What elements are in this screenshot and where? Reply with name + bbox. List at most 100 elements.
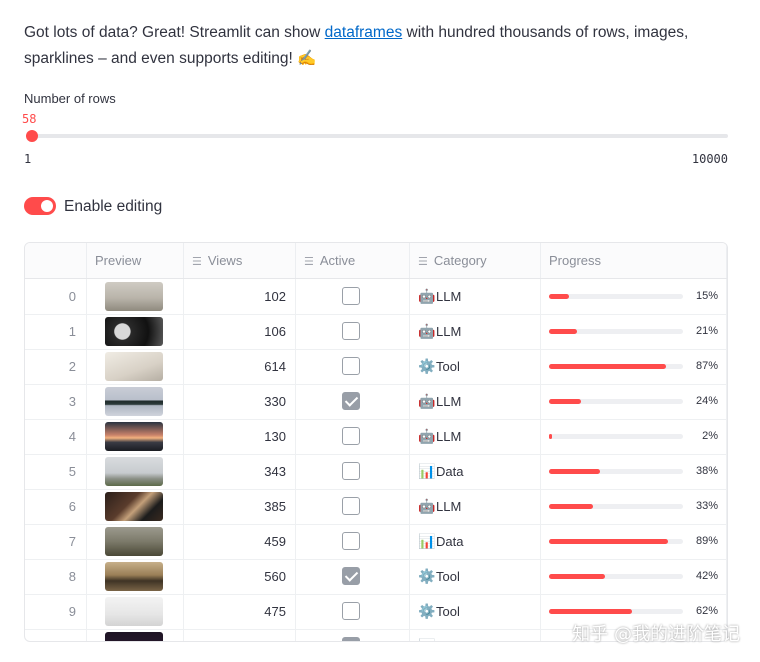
active-cell[interactable] xyxy=(296,314,410,349)
active-cell[interactable] xyxy=(296,489,410,524)
column-header-progress[interactable]: Progress xyxy=(541,243,727,278)
table-row[interactable]: 2 614 ⚙️Tool 87% xyxy=(25,349,727,385)
table-row[interactable]: 5 343 📊Data 38% xyxy=(25,454,727,490)
category-cell[interactable]: 📊Data xyxy=(410,454,541,489)
active-checkbox[interactable] xyxy=(342,427,360,445)
active-checkbox[interactable] xyxy=(342,637,360,641)
preview-cell[interactable] xyxy=(87,384,184,419)
table-row[interactable]: 1 106 🤖LLM 21% xyxy=(25,314,727,350)
progress-track xyxy=(549,364,683,369)
preview-cell[interactable] xyxy=(87,279,184,314)
category-cell[interactable]: 🤖LLM xyxy=(410,279,541,314)
progress-track xyxy=(549,504,683,509)
preview-image xyxy=(105,282,163,311)
active-checkbox[interactable] xyxy=(342,392,360,410)
preview-cell[interactable] xyxy=(87,419,184,454)
active-cell[interactable] xyxy=(296,419,410,454)
active-cell[interactable] xyxy=(296,349,410,384)
views-cell[interactable]: 385 xyxy=(184,489,296,524)
category-cell[interactable]: ⚙️Tool xyxy=(410,349,541,384)
views-cell[interactable]: 330 xyxy=(184,384,296,419)
category-cell[interactable]: 🤖LLM xyxy=(410,419,541,454)
gear-icon: ⚙️ xyxy=(418,603,436,619)
progress-fill xyxy=(549,399,581,404)
views-cell[interactable]: 343 xyxy=(184,454,296,489)
preview-cell[interactable] xyxy=(87,559,184,594)
robot-icon: 🤖 xyxy=(418,498,436,514)
progress-fill xyxy=(549,434,552,439)
bar-chart-icon: 📊 xyxy=(418,629,436,641)
active-checkbox[interactable] xyxy=(342,497,360,515)
category-label: Tool xyxy=(436,604,460,619)
active-cell[interactable] xyxy=(296,594,410,629)
active-checkbox[interactable] xyxy=(342,357,360,375)
column-header-index[interactable] xyxy=(25,243,87,278)
preview-cell[interactable] xyxy=(87,314,184,349)
preview-cell[interactable] xyxy=(87,489,184,524)
slider-max: 10000 xyxy=(691,152,728,166)
row-index: 2 xyxy=(25,349,87,384)
category-cell[interactable]: 🤖LLM xyxy=(410,384,541,419)
category-cell[interactable]: ⚙️Tool xyxy=(410,594,541,629)
active-cell[interactable] xyxy=(296,559,410,594)
preview-image xyxy=(105,597,163,626)
active-checkbox[interactable] xyxy=(342,602,360,620)
views-cell[interactable]: 130 xyxy=(184,419,296,454)
row-index: 7 xyxy=(25,524,87,559)
views-cell[interactable]: 614 xyxy=(184,349,296,384)
enable-editing-toggle[interactable] xyxy=(24,197,56,215)
category-cell[interactable]: ⚙️Tool xyxy=(410,559,541,594)
intro-before: Got lots of data? Great! Streamlit can s… xyxy=(24,24,325,41)
views-cell[interactable]: 106 xyxy=(184,314,296,349)
progress-cell: 21% xyxy=(541,314,727,349)
views-cell[interactable]: 459 xyxy=(184,524,296,559)
views-cell[interactable]: 560 xyxy=(184,559,296,594)
toggle-label: Enable editing xyxy=(64,198,163,215)
column-header-views[interactable]: ☰ Views xyxy=(184,243,296,278)
active-checkbox[interactable] xyxy=(342,567,360,585)
data-editor[interactable]: Preview ☰ Views ☰ Active ☰ Category Progress 01… xyxy=(24,242,728,642)
active-checkbox[interactable] xyxy=(342,322,360,340)
preview-cell[interactable] xyxy=(87,594,184,629)
views-cell[interactable] xyxy=(184,629,296,641)
active-checkbox[interactable] xyxy=(342,462,360,480)
preview-cell[interactable] xyxy=(87,629,184,641)
column-header-label: Preview xyxy=(95,253,142,268)
table-row[interactable]: 4 130 🤖LLM 2% xyxy=(25,419,727,455)
preview-cell[interactable] xyxy=(87,454,184,489)
column-header-preview[interactable]: Preview xyxy=(87,243,184,278)
active-checkbox[interactable] xyxy=(342,287,360,305)
table-row[interactable]: 8 560 ⚙️Tool 42% xyxy=(25,559,727,595)
dataframes-link[interactable]: dataframes xyxy=(325,24,403,41)
column-header-category[interactable]: ☰ Category xyxy=(410,243,541,278)
preview-cell[interactable] xyxy=(87,524,184,559)
category-cell[interactable]: 📊Data xyxy=(410,524,541,559)
progress-label: 21% xyxy=(695,325,718,337)
preview-cell[interactable] xyxy=(87,349,184,384)
preview-image xyxy=(105,457,163,486)
progress-fill xyxy=(549,609,632,614)
column-header-active[interactable]: ☰ Active xyxy=(296,243,410,278)
active-checkbox[interactable] xyxy=(342,532,360,550)
category-cell[interactable]: 📊 xyxy=(410,629,541,641)
table-row[interactable]: 6 385 🤖LLM 33% xyxy=(25,489,727,525)
preview-image xyxy=(105,317,163,346)
active-cell[interactable] xyxy=(296,279,410,314)
active-cell[interactable] xyxy=(296,524,410,559)
views-cell[interactable]: 102 xyxy=(184,279,296,314)
active-cell[interactable] xyxy=(296,384,410,419)
active-cell[interactable] xyxy=(296,454,410,489)
row-index: 9 xyxy=(25,594,87,629)
category-label: LLM xyxy=(436,394,462,409)
category-cell[interactable]: 🤖LLM xyxy=(410,489,541,524)
category-cell[interactable]: 🤖LLM xyxy=(410,314,541,349)
rows-slider-thumb[interactable] xyxy=(26,130,38,142)
table-row[interactable]: 3 330 🤖LLM 24% xyxy=(25,384,727,420)
active-cell[interactable] xyxy=(296,629,410,641)
table-row[interactable]: 0 102 🤖LLM 15% xyxy=(25,279,727,315)
rows-slider-track[interactable] xyxy=(28,134,728,138)
slider-min: 1 xyxy=(24,152,32,166)
bar-chart-icon: 📊 xyxy=(418,463,436,479)
views-cell[interactable]: 475 xyxy=(184,594,296,629)
table-row[interactable]: 7 459 📊Data 89% xyxy=(25,524,727,560)
